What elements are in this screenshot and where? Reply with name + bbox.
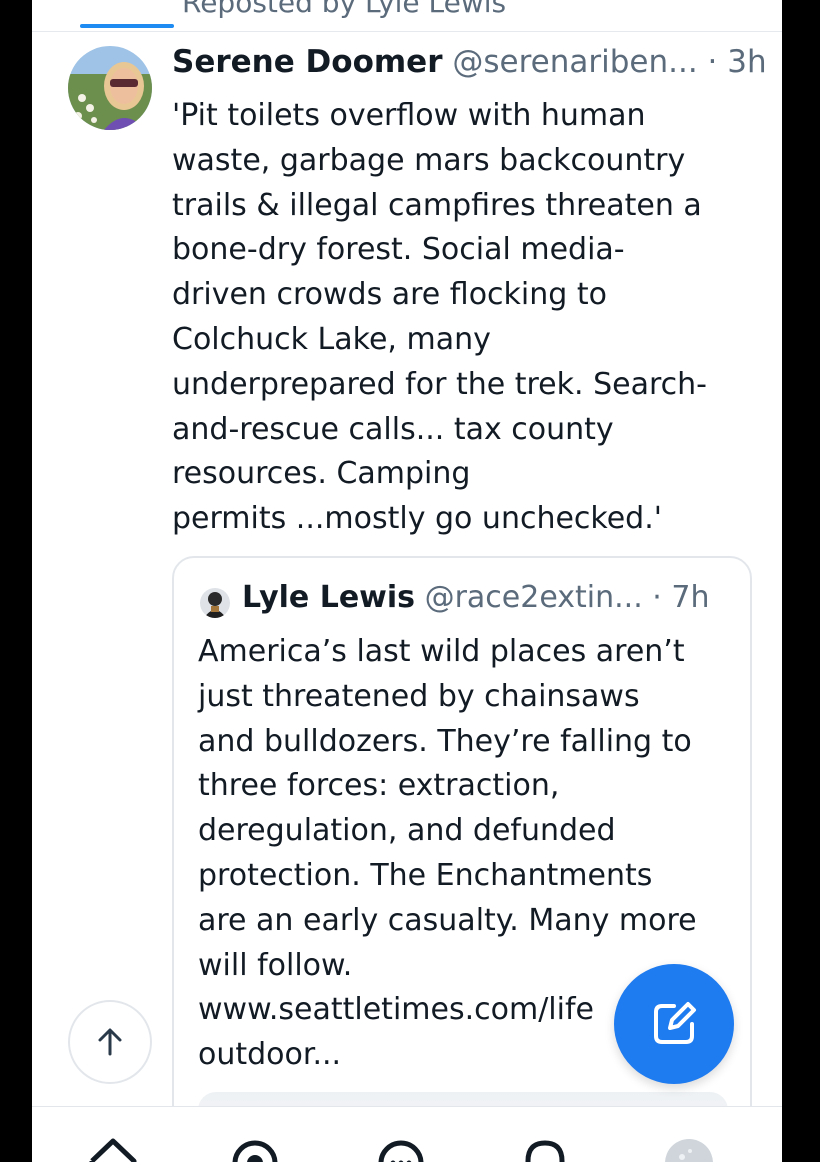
author-handle[interactable]: @serenariben... [452,44,697,80]
quote-author-handle: @race2extin... [424,580,643,615]
active-tab-indicator [80,24,174,28]
arrow-up-icon [98,1028,122,1056]
notifications-icon [525,1140,565,1162]
chat-icon [378,1140,424,1162]
quote-avatar-photo [200,588,230,618]
quote-header: Lyle Lewis @race2extin... · 7h [242,580,742,615]
quote-time: 7h [671,580,710,615]
author-name[interactable]: Serene Doomer [172,44,443,80]
home-icon [89,1138,137,1162]
compose-button[interactable] [614,964,734,1084]
top-bar: Reposted by Lyle Lewis [32,0,782,32]
post-text: 'Pit toilets overflow with human waste, … [172,98,707,537]
compose-icon [654,1002,696,1044]
scroll-to-top-button[interactable] [68,1000,152,1084]
bottom-navigation [32,1106,782,1162]
nav-home[interactable] [86,1133,140,1162]
repost-label[interactable]: Reposted by Lyle Lewis [182,0,506,19]
quote-separator: · [642,580,672,615]
separator: · [697,44,728,80]
nav-search[interactable] [228,1133,282,1162]
quote-author-name: Lyle Lewis [242,580,416,615]
avatar-photo [68,46,152,130]
post-time[interactable]: 3h [727,44,766,80]
quote-avatar [200,588,230,618]
search-icon [232,1140,278,1162]
avatar[interactable] [68,46,152,130]
post-header: Serene Doomer @serenariben... · 3h [172,44,772,88]
nav-profile[interactable] [662,1133,716,1162]
screen: Reposted by Lyle Lewis Serene Doomer @se… [32,0,782,1162]
profile-avatar [665,1139,713,1162]
nav-chat[interactable] [374,1133,428,1162]
nav-notifications[interactable] [518,1133,572,1162]
